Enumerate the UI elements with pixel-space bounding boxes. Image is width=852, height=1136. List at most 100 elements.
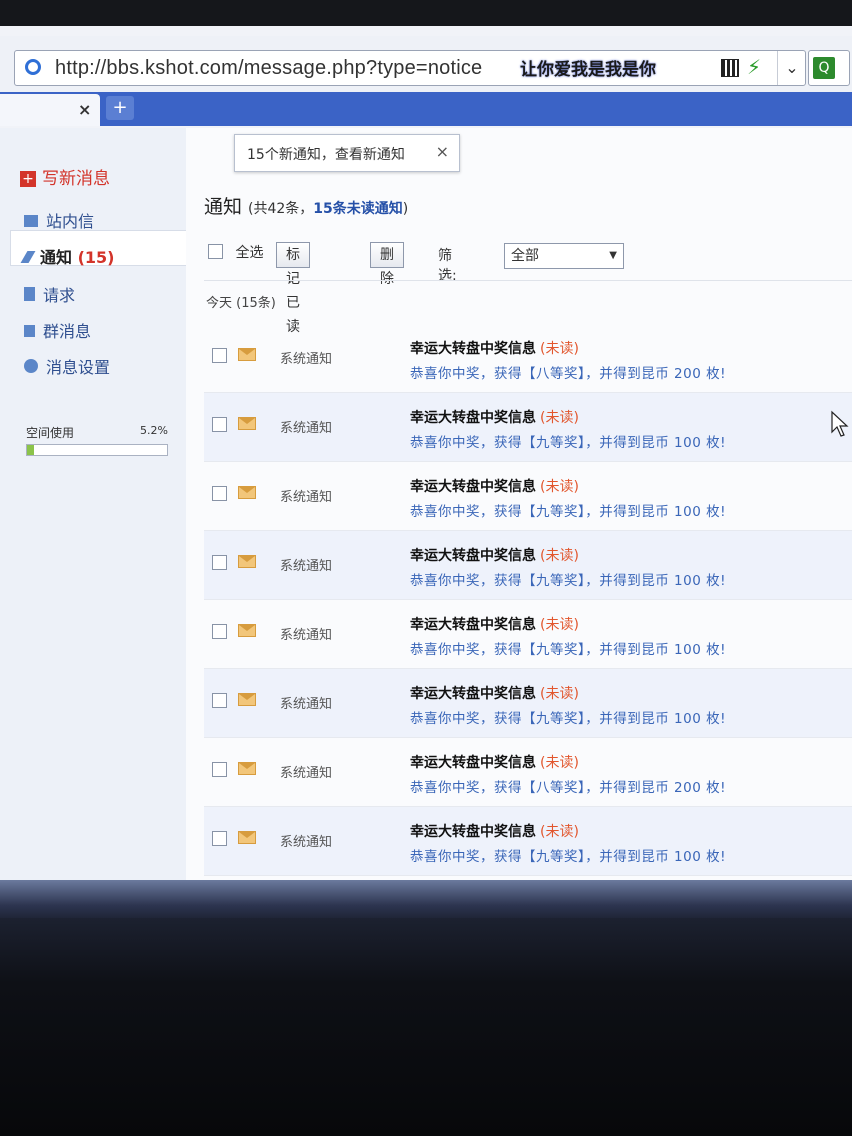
sidebar-item-inbox[interactable]: 站内信 — [24, 208, 94, 232]
envelope-icon — [238, 693, 256, 706]
row-title[interactable]: 幸运大转盘中奖信息 (未读) — [410, 476, 579, 496]
globe-icon — [24, 359, 38, 373]
storage-bar — [26, 444, 168, 456]
table-row[interactable]: 系统通知 幸运大转盘中奖信息 (未读) 恭喜你中奖，获得【八等奖】，并得到昆币 200… — [204, 324, 852, 393]
row-title[interactable]: 幸运大转盘中奖信息 (未读) — [410, 821, 579, 841]
row-title-text[interactable]: 幸运大转盘中奖信息 — [410, 617, 536, 633]
row-type: 系统通知 — [280, 559, 333, 574]
row-checkbox[interactable] — [212, 348, 227, 363]
row-title[interactable]: 幸运大转盘中奖信息 (未读) — [410, 614, 579, 634]
close-icon[interactable]: × — [78, 100, 91, 119]
page: + 写新消息 站内信 通知 (15) 请求 群消息 消息设置 空间使用 5.2% — [0, 128, 852, 920]
sidebar-item-label: 群消息 — [43, 322, 92, 341]
row-status: (未读) — [540, 341, 579, 357]
row-type: 系统通知 — [280, 835, 333, 850]
monitor-bezel-top — [0, 0, 852, 26]
storage-label: 空间使用 — [26, 426, 75, 440]
sidebar-item-settings[interactable]: 消息设置 — [24, 354, 110, 378]
row-body: 恭喜你中奖，获得【九等奖】，并得到昆币 100 枚! — [410, 849, 727, 865]
row-body: 恭喜你中奖，获得【九等奖】，并得到昆币 100 枚! — [410, 711, 727, 727]
row-title-text[interactable]: 幸运大转盘中奖信息 — [410, 410, 536, 426]
row-title-text[interactable]: 幸运大转盘中奖信息 — [410, 548, 536, 564]
row-type: 系统通知 — [280, 421, 333, 436]
tab-active[interactable]: × — [0, 94, 100, 126]
new-notice-toast[interactable]: 15个新通知，查看新通知 × — [234, 134, 460, 172]
qr-code-icon[interactable] — [721, 59, 739, 77]
envelope-icon — [238, 762, 256, 775]
compose-button[interactable]: + 写新消息 — [20, 164, 110, 189]
table-row[interactable]: 系统通知 幸运大转盘中奖信息 (未读) 恭喜你中奖，获得【八等奖】，并得到昆币 200… — [204, 738, 852, 807]
table-row[interactable]: 系统通知 幸运大转盘中奖信息 (未读) 恭喜你中奖，获得【九等奖】，并得到昆币 100… — [204, 393, 852, 462]
row-checkbox[interactable] — [212, 624, 227, 639]
notice-list: 系统通知 幸运大转盘中奖信息 (未读) 恭喜你中奖，获得【八等奖】，并得到昆币 200… — [204, 324, 852, 876]
envelope-icon — [24, 215, 38, 227]
row-title-text[interactable]: 幸运大转盘中奖信息 — [410, 479, 536, 495]
divider — [204, 280, 852, 281]
row-title-text[interactable]: 幸运大转盘中奖信息 — [410, 824, 536, 840]
select-all-checkbox[interactable] — [208, 244, 223, 259]
row-checkbox[interactable] — [212, 555, 227, 570]
table-row[interactable]: 系统通知 幸运大转盘中奖信息 (未读) 恭喜你中奖，获得【九等奖】，并得到昆币 100… — [204, 669, 852, 738]
envelope-icon — [238, 624, 256, 637]
table-row[interactable]: 系统通知 幸运大转盘中奖信息 (未读) 恭喜你中奖，获得【九等奖】，并得到昆币 100… — [204, 531, 852, 600]
row-checkbox[interactable] — [212, 486, 227, 501]
title-text: 通知 — [204, 196, 243, 218]
table-row[interactable]: 系统通知 幸运大转盘中奖信息 (未读) 恭喜你中奖，获得【九等奖】，并得到昆币 100… — [204, 462, 852, 531]
row-title[interactable]: 幸运大转盘中奖信息 (未读) — [410, 752, 579, 772]
row-body: 恭喜你中奖，获得【九等奖】，并得到昆币 100 枚! — [410, 504, 727, 520]
row-body: 恭喜你中奖，获得【九等奖】，并得到昆币 100 枚! — [410, 435, 727, 451]
screen: http://bbs.kshot.com/message.php?type=no… — [0, 26, 852, 920]
mark-read-button[interactable]: 标记已读 — [276, 242, 310, 335]
monitor-bezel-bottom — [0, 918, 852, 1136]
doc-icon — [24, 287, 35, 301]
address-bar[interactable]: http://bbs.kshot.com/message.php?type=no… — [14, 50, 806, 86]
row-checkbox[interactable] — [212, 831, 227, 846]
close-icon[interactable]: × — [436, 142, 449, 161]
sidebar: + 写新消息 站内信 通知 (15) 请求 群消息 消息设置 空间使用 5.2% — [0, 128, 187, 898]
row-status: (未读) — [540, 410, 579, 426]
filter-select[interactable]: 全部 ▼ — [504, 243, 624, 269]
row-type: 系统通知 — [280, 766, 333, 781]
storage-bar-fill — [27, 445, 35, 455]
row-body: 恭喜你中奖，获得【八等奖】，并得到昆币 200 枚! — [410, 366, 727, 382]
row-body: 恭喜你中奖，获得【九等奖】，并得到昆币 100 枚! — [410, 573, 727, 589]
toast-text[interactable]: 15个新通知，查看新通知 — [247, 144, 405, 164]
row-checkbox[interactable] — [212, 762, 227, 777]
row-status: (未读) — [540, 479, 579, 495]
bolt-icon[interactable]: ⚡ — [747, 55, 761, 79]
chevron-down-icon[interactable]: ⌄ — [777, 51, 806, 85]
summary-prefix: (共42条， — [248, 201, 314, 217]
search-extension-button[interactable]: Q — [808, 50, 850, 86]
row-status: (未读) — [540, 548, 579, 564]
url-text[interactable]: http://bbs.kshot.com/message.php?type=no… — [55, 57, 482, 80]
row-title[interactable]: 幸运大转盘中奖信息 (未读) — [410, 407, 579, 427]
row-title-text[interactable]: 幸运大转盘中奖信息 — [410, 686, 536, 702]
table-row[interactable]: 系统通知 幸运大转盘中奖信息 (未读) 恭喜你中奖，获得【九等奖】，并得到昆币 100… — [204, 600, 852, 669]
row-status: (未读) — [540, 686, 579, 702]
sidebar-item-notice[interactable]: 通知 (15) — [20, 244, 115, 268]
sidebar-item-request[interactable]: 请求 — [24, 282, 75, 306]
row-title[interactable]: 幸运大转盘中奖信息 (未读) — [410, 545, 579, 565]
row-title-text[interactable]: 幸运大转盘中奖信息 — [410, 755, 536, 771]
envelope-icon — [238, 831, 256, 844]
delete-button[interactable]: 删除 — [370, 242, 404, 287]
new-tab-button[interactable]: + — [106, 96, 134, 120]
table-row[interactable]: 系统通知 幸运大转盘中奖信息 (未读) 恭喜你中奖，获得【九等奖】，并得到昆币 100… — [204, 807, 852, 876]
row-title[interactable]: 幸运大转盘中奖信息 (未读) — [410, 338, 579, 358]
row-checkbox[interactable] — [212, 417, 227, 432]
main-content: 15个新通知，查看新通知 × 通知 (共42条，15条未读通知) 全选 标记已读 … — [186, 128, 852, 898]
row-title-text[interactable]: 幸运大转盘中奖信息 — [410, 341, 536, 357]
select-all-label[interactable]: 全选 — [235, 245, 263, 261]
notice-count: (15) — [77, 248, 115, 267]
sidebar-item-group[interactable]: 群消息 — [24, 318, 91, 342]
browser-toolbar: http://bbs.kshot.com/message.php?type=no… — [0, 36, 852, 92]
filter-label: 筛选: — [438, 248, 457, 284]
summary-unread: 15条未读通知 — [313, 201, 403, 217]
row-type: 系统通知 — [280, 490, 333, 505]
row-title[interactable]: 幸运大转盘中奖信息 (未读) — [410, 683, 579, 703]
envelope-icon — [238, 348, 256, 361]
row-checkbox[interactable] — [212, 693, 227, 708]
row-type: 系统通知 — [280, 352, 333, 367]
sidebar-item-label: 通知 — [40, 248, 73, 267]
title-summary: (共42条，15条未读通知) — [248, 201, 408, 217]
